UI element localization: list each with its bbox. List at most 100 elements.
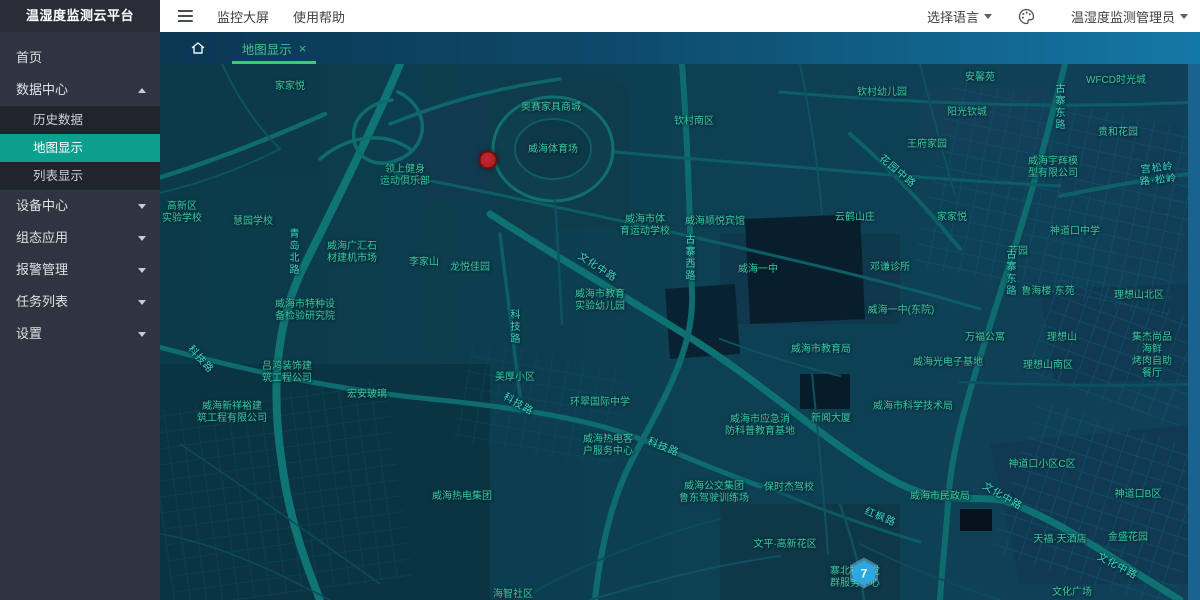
user-name: 温湿度监测管理员 [1071, 7, 1175, 26]
sidebar-item-home[interactable]: 首页 [0, 42, 160, 74]
map-poi-label: 李家山 [409, 257, 439, 269]
app-title: 温湿度监测云平台 [0, 0, 160, 32]
map-poi-label: 保时杰驾校 [764, 482, 814, 494]
sidebar-subitem-history-data[interactable]: 历史数据 [0, 106, 160, 134]
map-poi-label: 芳园 [1008, 246, 1028, 258]
chevron-down-icon [138, 268, 146, 273]
map-poi-label: 文平·高新花区 [753, 539, 816, 551]
sidebar-nav: 首页 数据中心 历史数据 地图显示 列表显示 设备中心 组态应用 报警管理 任务… [0, 32, 160, 350]
map-poi-label: 威海公交集团 鲁东驾驶训练场 [679, 481, 749, 505]
chevron-down-icon [138, 236, 146, 241]
map-poi-label: 领上健身 运动俱乐部 [380, 164, 430, 188]
map-poi-label: 理想山北区 [1114, 290, 1164, 302]
map-view[interactable]: 家家悦奥赛家具商城威海体育场钦村南区钦村幼儿园安馨苑WFCD时光城阳光钦城王府家… [160, 64, 1200, 600]
map-poi-label: 奥赛家具商城 [521, 102, 581, 114]
map-poi-label: 威海市体 育运动学校 [620, 214, 670, 238]
map-poi-label: 理想山 [1047, 332, 1077, 344]
map-poi-label: 威海市教育局 [791, 344, 851, 356]
map-poi-label: 神道口B区 [1115, 489, 1162, 501]
sidebar: 温湿度监测云平台 首页 数据中心 历史数据 地图显示 列表显示 设备中心 组态应… [0, 0, 160, 600]
map-road-label: 科技路 [507, 309, 519, 345]
tab-bar: 地图显示 × [160, 32, 1200, 64]
map-overlay: 家家悦奥赛家具商城威海体育场钦村南区钦村幼儿园安馨苑WFCD时光城阳光钦城王府家… [160, 64, 1200, 600]
active-tab-underline [232, 61, 316, 64]
map-poi-label: 威海体育场 [528, 144, 578, 156]
sidebar-subitem-list-display[interactable]: 列表显示 [0, 162, 160, 190]
map-road-label: 古寨西路 [682, 234, 694, 282]
chevron-down-icon [138, 204, 146, 209]
map-poi-label: 龙悦佳园 [450, 262, 490, 274]
cluster-marker[interactable]: 7 [850, 558, 878, 589]
map-road-label: 科技路 [185, 344, 216, 377]
map-poi-label: 威海新祥裕建 筑工程有限公司 [197, 401, 267, 425]
map-poi-label: 威海热电集团 [432, 491, 492, 503]
device-marker[interactable] [479, 151, 498, 170]
theme-palette-icon[interactable] [1018, 8, 1035, 25]
cluster-count: 7 [853, 561, 875, 586]
map-poi-label: 云鹤山庄 [835, 212, 875, 224]
sidebar-item-configuration[interactable]: 组态应用 [0, 222, 160, 254]
sidebar-subitem-map-display[interactable]: 地图显示 [0, 134, 160, 162]
map-road-label: 古寨东路 [1052, 83, 1064, 131]
map-poi-label: 威海市教育 实验幼儿园 [575, 289, 625, 313]
map-poi-label: 威海市科学技术局 [873, 401, 953, 413]
map-poi-label: 鲁海楼·东苑 [1021, 286, 1074, 298]
map-road-label: 花园中路 [876, 153, 917, 190]
collapse-sidebar-icon[interactable] [178, 10, 193, 22]
map-poi-label: 威海宇辉模 型有限公司 [1028, 156, 1078, 180]
map-poi-label: 新闻大厦 [811, 413, 851, 425]
sidebar-item-data-center[interactable]: 数据中心 [0, 74, 160, 106]
map-poi-label: 高新区 实验学校 [162, 201, 202, 225]
language-selector[interactable]: 选择语言 [927, 7, 992, 26]
tab-label: 地图显示 [242, 39, 292, 58]
user-menu[interactable]: 温湿度监测管理员 [1071, 7, 1188, 26]
map-poi-label: 威海热电客 户服务中心 [583, 434, 633, 458]
map-poi-label: 钦村幼儿园 [857, 87, 907, 99]
top-header: 监控大屏 使用帮助 选择语言 温湿度监测管理员 [160, 0, 1200, 32]
map-road-label: 文化中路 [575, 251, 618, 285]
chevron-up-icon [138, 88, 146, 93]
map-poi-label: 神道口小区C区 [1008, 459, 1075, 471]
sidebar-item-settings[interactable]: 设置 [0, 318, 160, 350]
map-poi-label: 威海一中 [738, 264, 778, 276]
map-poi-label: 钦村南区 [674, 116, 714, 128]
map-poi-label: 慧园学校 [233, 216, 273, 228]
map-poi-label: 家家悦 [275, 81, 305, 93]
chevron-down-icon [984, 14, 992, 19]
map-poi-label: 贵和花园 [1098, 127, 1138, 139]
chevron-down-icon [1180, 14, 1188, 19]
map-poi-label: 环翠国际中学 [570, 397, 630, 409]
menu-item-help[interactable]: 使用帮助 [293, 7, 345, 26]
map-poi-label: 集杰尚品海鲜 烤肉自助餐厅 [1128, 332, 1176, 380]
map-poi-label: 威海广汇石 材建机市场 [327, 241, 377, 265]
menu-item-monitor-screen[interactable]: 监控大屏 [217, 7, 269, 26]
chevron-down-icon [138, 332, 146, 337]
map-road-label: 青岛北路 [286, 228, 298, 276]
sidebar-item-device-center[interactable]: 设备中心 [0, 190, 160, 222]
map-poi-label: 吕鸿装饰建 筑工程公司 [262, 361, 312, 385]
map-poi-label: 王府家园 [907, 139, 947, 151]
data-center-submenu: 历史数据 地图显示 列表显示 [0, 106, 160, 190]
map-poi-label: 威海市应急消 防科普教育基地 [725, 414, 795, 438]
map-poi-label: 海智社区 [493, 589, 533, 600]
sidebar-item-alarm-management[interactable]: 报警管理 [0, 254, 160, 286]
tab-close-icon[interactable]: × [299, 42, 307, 55]
map-poi-label: 神道口中学 [1050, 226, 1100, 238]
map-poi-label: 阳光钦城 [947, 107, 987, 119]
sidebar-item-task-list[interactable]: 任务列表 [0, 286, 160, 318]
map-poi-label: 文化广场 [1052, 587, 1092, 599]
map-poi-label: 威海光电子基地 [913, 357, 983, 369]
tab-map-display[interactable]: 地图显示 × [232, 32, 316, 64]
map-poi-label: 金盛花园 [1108, 532, 1148, 544]
map-poi-label: 理想山南区 [1023, 360, 1073, 372]
map-poi-label: 美厚小区 [495, 372, 535, 384]
map-road-label: 文化中路 [980, 481, 1024, 513]
map-poi-label: 威海市民政局 [910, 491, 970, 503]
map-poi-label: 威海一中(东院) [868, 305, 935, 317]
map-poi-label: 邓谦诊所 [870, 262, 910, 274]
map-road-label: 红枫路 [862, 506, 897, 529]
home-tab-icon[interactable] [190, 40, 206, 61]
map-poi-label: 威海顺悦宾馆 [685, 216, 745, 228]
map-poi-label: 万福公寓 [965, 332, 1005, 344]
map-road-label: 古寨东路 [1003, 249, 1015, 297]
